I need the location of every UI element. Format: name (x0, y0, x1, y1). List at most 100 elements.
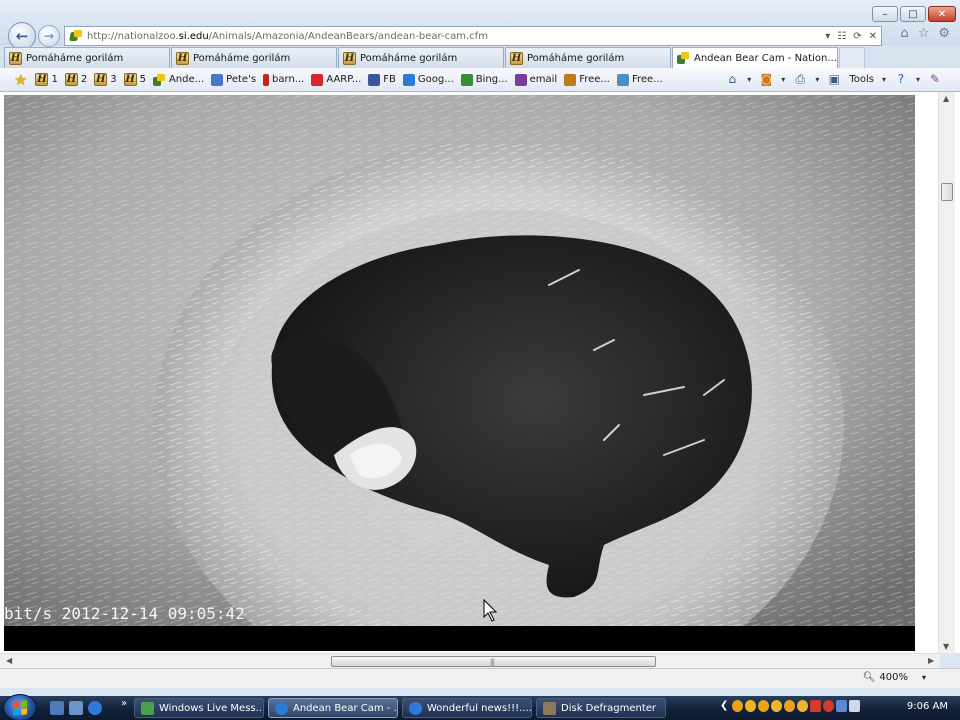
tray-app-icon[interactable] (797, 700, 808, 712)
rss-feed-icon[interactable]: ◙ (759, 72, 773, 86)
tab-3[interactable]: H Pomáháme gorilám (338, 47, 504, 68)
tray-app-icon[interactable] (745, 700, 756, 712)
favorite-link-free-2[interactable]: Free... (616, 73, 663, 86)
maximize-button[interactable]: □ (900, 6, 926, 22)
tab-2[interactable]: H Pomáháme gorilám (171, 47, 337, 68)
rss-dropdown-icon[interactable]: ▾ (781, 75, 785, 84)
show-desktop-icon[interactable] (50, 701, 64, 715)
page-icon[interactable]: ▣ (827, 72, 841, 86)
tray-expand-icon[interactable]: ❮ (720, 700, 728, 711)
scroll-left-icon[interactable]: ◀ (6, 656, 12, 665)
address-bar[interactable]: http://nationalzoo.si.edu/Animals/Amazon… (64, 26, 882, 46)
system-clock[interactable]: 9:06 AM (907, 701, 948, 712)
task-disk-defragmenter[interactable]: Disk Defragmenter (536, 698, 666, 718)
favorite-link-3[interactable]: H3 (94, 73, 117, 86)
favorite-link-barnes[interactable]: barn... (263, 73, 304, 86)
h-favicon-icon: H (176, 51, 189, 65)
h-favicon-icon: H (94, 73, 108, 86)
address-url[interactable]: http://nationalzoo.si.edu/Animals/Amazon… (87, 31, 488, 42)
scroll-down-icon[interactable]: ▼ (943, 642, 949, 651)
minimize-button[interactable]: – (872, 6, 898, 22)
tray-app-icon[interactable] (771, 700, 782, 712)
print-dropdown-icon[interactable]: ▾ (815, 75, 819, 84)
print-icon[interactable]: ⎙ (793, 72, 807, 86)
close-window-button[interactable]: ✕ (928, 6, 956, 22)
home-cmd-icon[interactable]: ⌂ (725, 72, 739, 86)
scroll-right-icon[interactable]: ▶ (928, 656, 934, 665)
favorite-link-andean[interactable]: Ande... (152, 73, 204, 86)
quick-launch (50, 701, 102, 715)
compatibility-view-icon[interactable]: ☷ (837, 31, 846, 42)
tab-andean-bear-cam[interactable]: Andean Bear Cam - Nation...✕ (672, 47, 838, 68)
favorite-link-2[interactable]: H2 (64, 73, 87, 86)
status-bar: 🔍︎ 400% ▾ (0, 668, 960, 688)
scroll-up-icon[interactable]: ▲ (943, 94, 949, 103)
favorite-link-petes[interactable]: Pete's (211, 73, 256, 86)
window-controls: – □ ✕ (872, 6, 956, 22)
messenger-icon (141, 701, 154, 715)
favorites-star-icon[interactable]: ☆ (918, 26, 930, 41)
h-favicon-icon: H (35, 73, 49, 86)
favorite-link-free-1[interactable]: Free... (564, 73, 610, 86)
favorite-link-google[interactable]: Goog... (402, 73, 454, 86)
back-button[interactable]: ← (8, 22, 36, 50)
switch-windows-icon[interactable] (69, 701, 83, 715)
ie-icon (409, 701, 422, 715)
system-tray (732, 700, 860, 712)
start-button[interactable] (3, 694, 37, 720)
tray-app-icon[interactable] (758, 700, 769, 712)
internet-explorer-icon[interactable] (88, 701, 102, 715)
bear-cam-video[interactable]: bit/s 2012-12-14 09:05:42 (4, 95, 915, 651)
zoom-dropdown-icon[interactable]: ▾ (922, 673, 926, 682)
defragmenter-icon (543, 701, 556, 715)
aarp-icon (311, 73, 324, 86)
address-dropdown-icon[interactable]: ▾ (825, 31, 830, 42)
tray-network-icon[interactable] (836, 700, 847, 712)
task-windows-live-messenger[interactable]: Windows Live Mess... (134, 698, 264, 718)
free-icon (564, 73, 577, 86)
horizontal-scrollbar[interactable]: ◀ ||| ▶ (0, 653, 940, 668)
tools-gear-icon[interactable]: ⚙ (938, 26, 950, 41)
favorite-link-aarp[interactable]: AARP... (311, 73, 361, 86)
back-arrow-icon: ← (15, 27, 29, 45)
help-icon[interactable]: ? (894, 72, 908, 86)
h-favicon-icon: H (343, 51, 356, 65)
home-dropdown-icon[interactable]: ▾ (747, 75, 751, 84)
tab-strip: H Pomáháme gorilám H Pomáháme gorilám H Pom… (0, 47, 960, 68)
favorite-link-bing[interactable]: Bing... (460, 73, 508, 86)
bear-cam-frame: bit/s 2012-12-14 09:05:42 (4, 95, 915, 651)
forward-button[interactable]: → (38, 25, 60, 47)
favorites-add-star-icon[interactable]: ★ (14, 71, 27, 89)
refresh-icon[interactable]: ⟳ (853, 31, 861, 42)
favorite-link-email[interactable]: email (514, 73, 557, 86)
research-icon[interactable]: ✎ (928, 72, 942, 86)
page-content: bit/s 2012-12-14 09:05:42 ▲ ▼ (0, 92, 960, 653)
tray-volume-icon[interactable] (849, 700, 860, 712)
email-icon (514, 73, 527, 86)
google-icon (402, 73, 415, 86)
task-andean-bear-cam[interactable]: Andean Bear Cam - ... (268, 698, 398, 718)
vertical-scroll-thumb[interactable] (941, 183, 953, 201)
tray-app-icon[interactable] (732, 700, 743, 712)
favorite-link-fb[interactable]: FB (368, 73, 396, 86)
favorite-link-1[interactable]: H1 (35, 73, 58, 86)
tools-menu[interactable]: Tools (849, 74, 874, 85)
bookmark-icon (211, 73, 224, 86)
tab-4[interactable]: H Pomáháme gorilám (505, 47, 671, 68)
zoom-control[interactable]: 🔍︎ 400% ▾ (863, 672, 926, 683)
help-dropdown-icon[interactable]: ▾ (916, 75, 920, 84)
favorite-link-5[interactable]: H5 (123, 73, 146, 86)
horizontal-scroll-thumb[interactable]: ||| (331, 656, 656, 667)
new-tab-button[interactable] (839, 47, 865, 68)
tray-app-icon[interactable] (784, 700, 795, 712)
stop-icon[interactable]: ✕ (869, 31, 877, 42)
zoo-favicon-icon (152, 73, 166, 86)
vertical-scrollbar[interactable]: ▲ ▼ (938, 92, 955, 653)
tray-ati-icon[interactable] (810, 700, 821, 712)
quick-launch-overflow-icon[interactable]: » (121, 698, 127, 709)
tray-security-icon[interactable] (823, 700, 834, 712)
home-icon[interactable]: ⌂ (900, 26, 908, 41)
tab-1[interactable]: H Pomáháme gorilám (4, 47, 170, 68)
task-wonderful-news[interactable]: Wonderful news!!!.... ... (402, 698, 532, 718)
tools-dropdown-icon[interactable]: ▾ (882, 75, 886, 84)
